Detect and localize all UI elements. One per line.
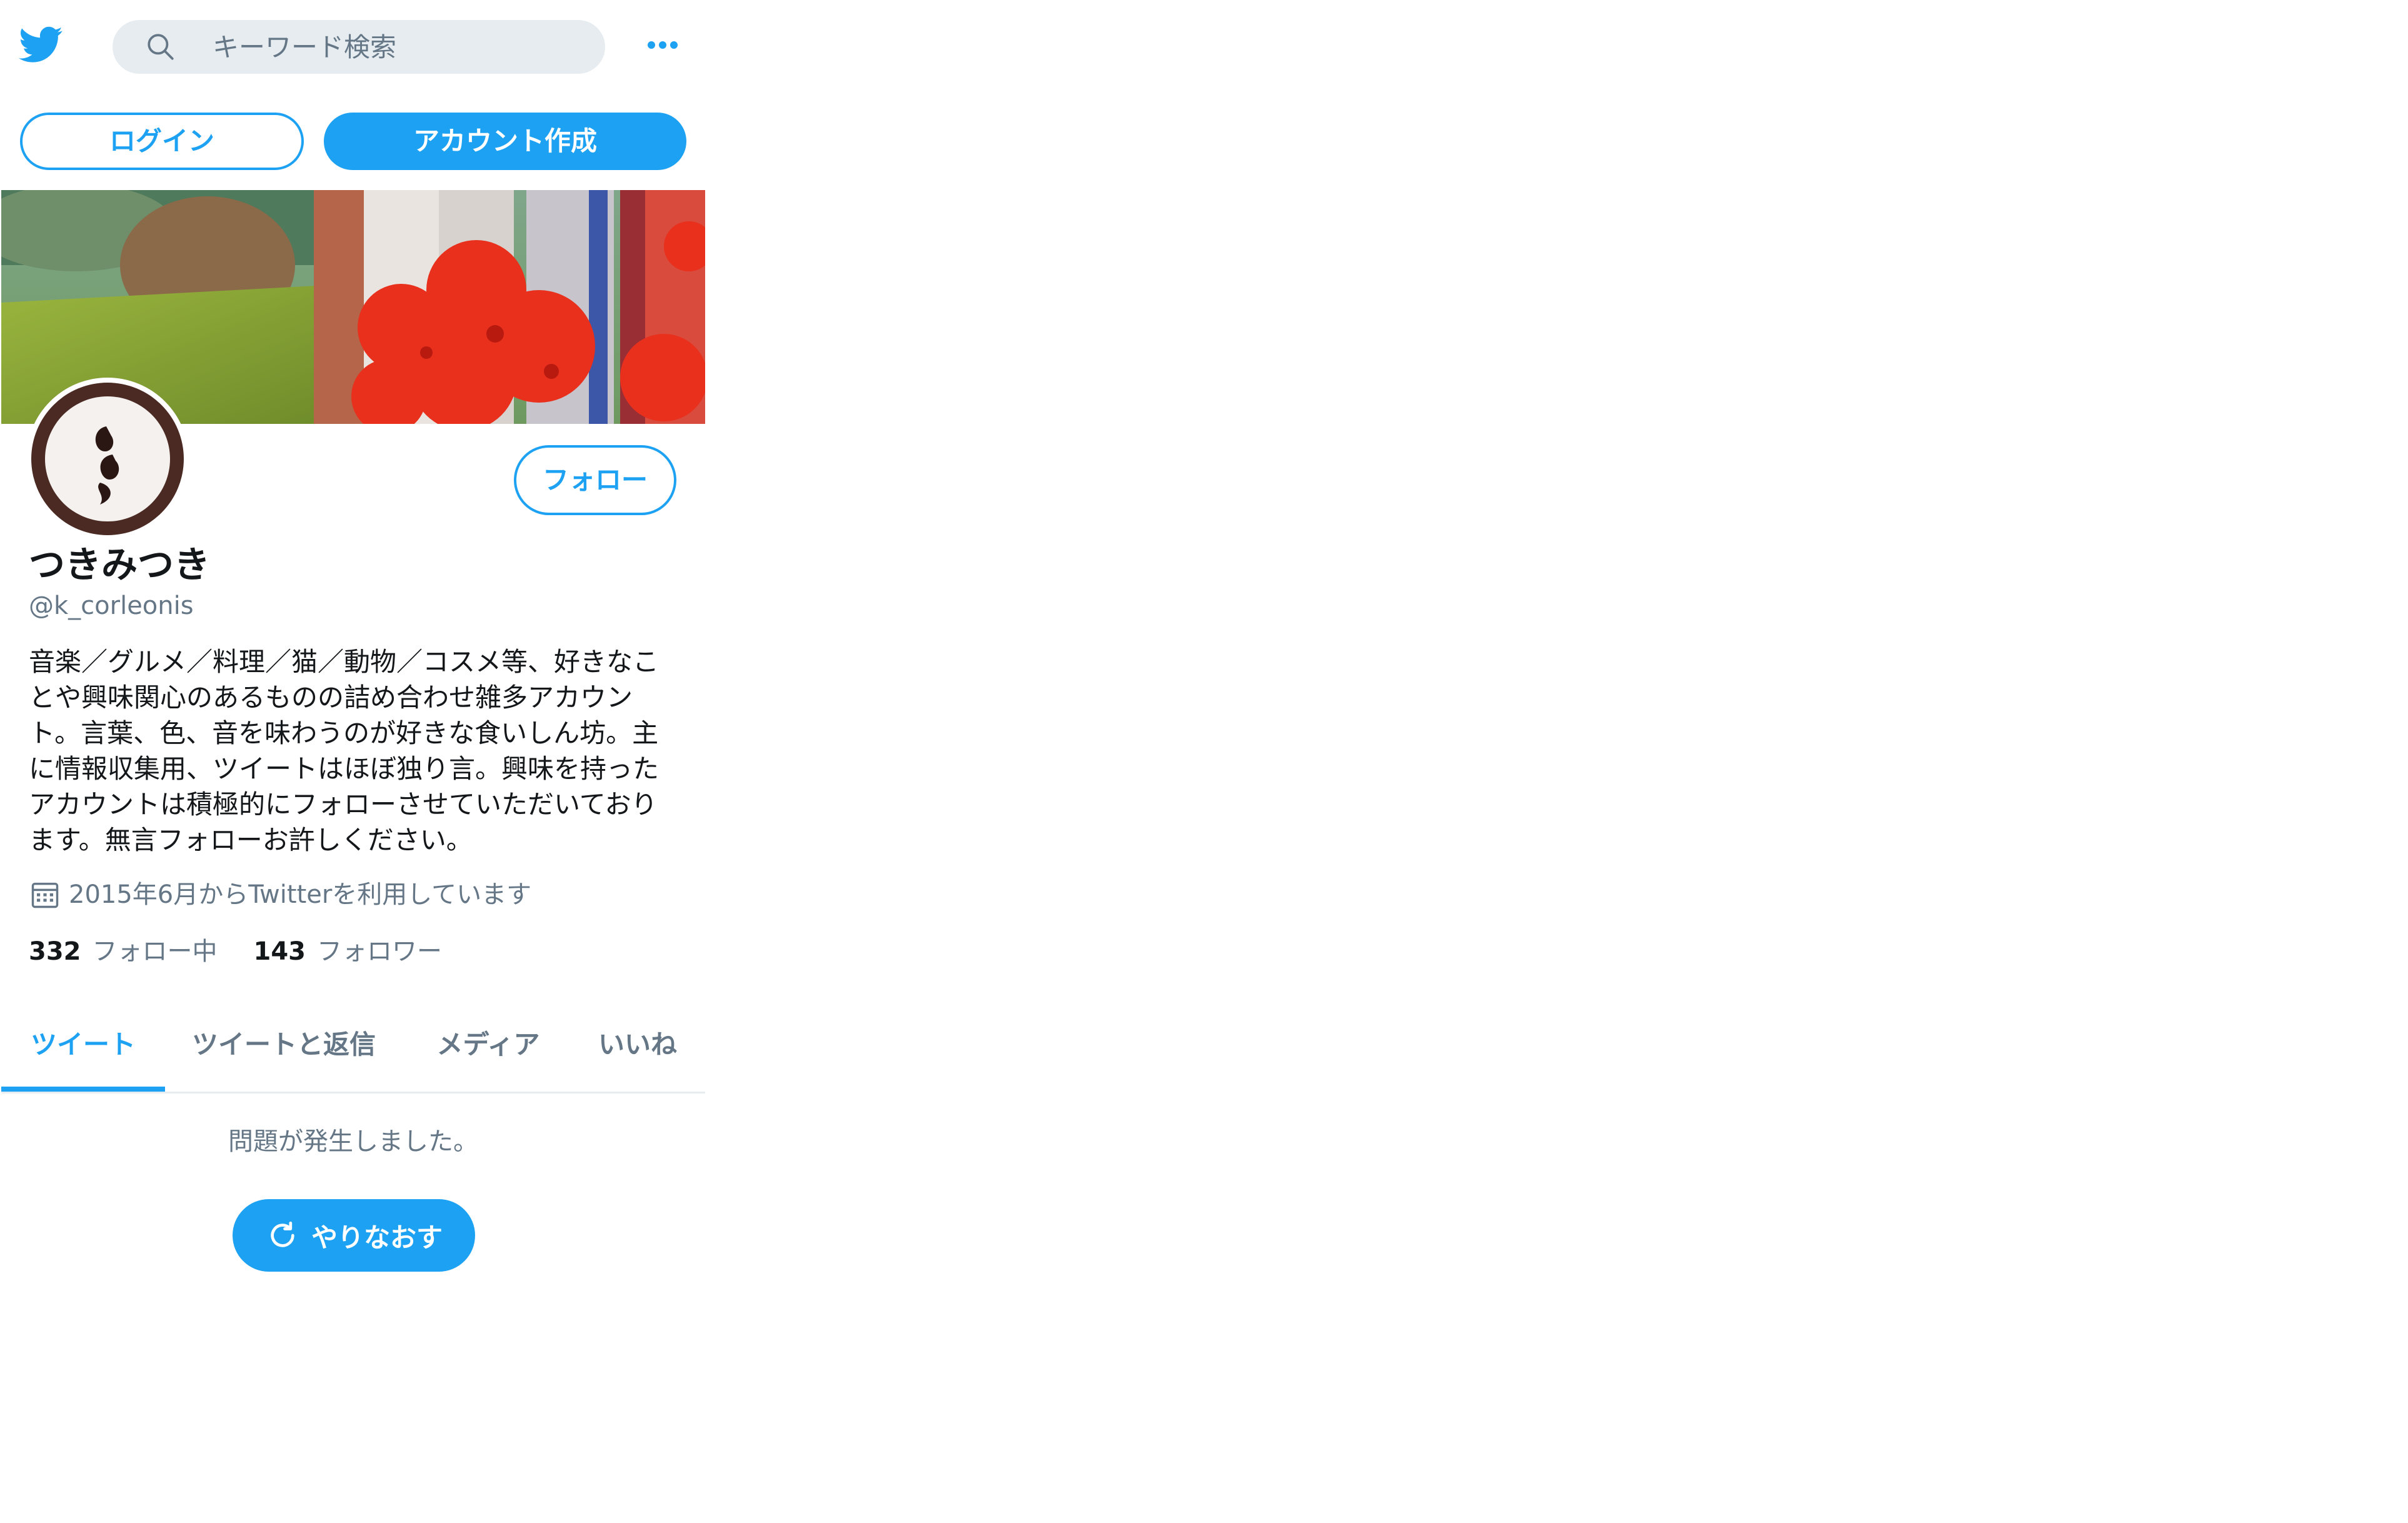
tab-likes[interactable]: いいね: [583, 1012, 693, 1092]
error-message: 問題が発生しました。: [228, 1127, 478, 1156]
followers-count[interactable]: 143: [254, 935, 306, 968]
profile-handle: @k_corleonis: [29, 591, 194, 620]
tab-tweets[interactable]: ツイート: [1, 1012, 165, 1092]
login-button[interactable]: ログイン: [20, 113, 304, 170]
twitter-bird-icon[interactable]: [16, 23, 66, 66]
follow-button[interactable]: フォロー: [514, 445, 676, 515]
profile-name: つきみつき: [29, 543, 211, 586]
retry-label: やりなおす: [311, 1222, 443, 1253]
calendar-icon: [31, 882, 59, 908]
follow-stats: 332 フォロー中 143 フォロワー: [29, 935, 478, 968]
avatar-image: [31, 383, 184, 535]
search-placeholder: キーワード検索: [213, 32, 397, 63]
search-icon: [148, 34, 174, 60]
refresh-icon: [271, 1221, 294, 1247]
profile-tabs: ツイート ツイートと返信 メディア いいね: [1, 1012, 705, 1093]
join-date-text: 2015年6月からTwitterを利用しています: [69, 880, 532, 909]
signup-button[interactable]: アカウント作成: [324, 113, 686, 170]
following-label[interactable]: フォロー中: [93, 935, 218, 968]
join-date: 2015年6月からTwitterを利用しています: [29, 878, 531, 912]
active-tab-indicator: [1, 1087, 165, 1092]
profile-bio: 音楽／グルメ／料理／猫／動物／コスメ等、好きなことや興味関心のあるものの詰め合わ…: [29, 646, 660, 855]
followers-label[interactable]: フォロワー: [317, 935, 442, 968]
more-dots-icon[interactable]: [644, 33, 681, 58]
retry-button[interactable]: やりなおす: [233, 1199, 475, 1272]
following-count[interactable]: 332: [29, 935, 81, 968]
search-input[interactable]: キーワード検索: [113, 20, 605, 74]
tab-tweets-and-replies[interactable]: ツイートと返信: [178, 1012, 390, 1092]
tab-media[interactable]: メディア: [419, 1012, 558, 1092]
avatar[interactable]: [26, 378, 189, 540]
